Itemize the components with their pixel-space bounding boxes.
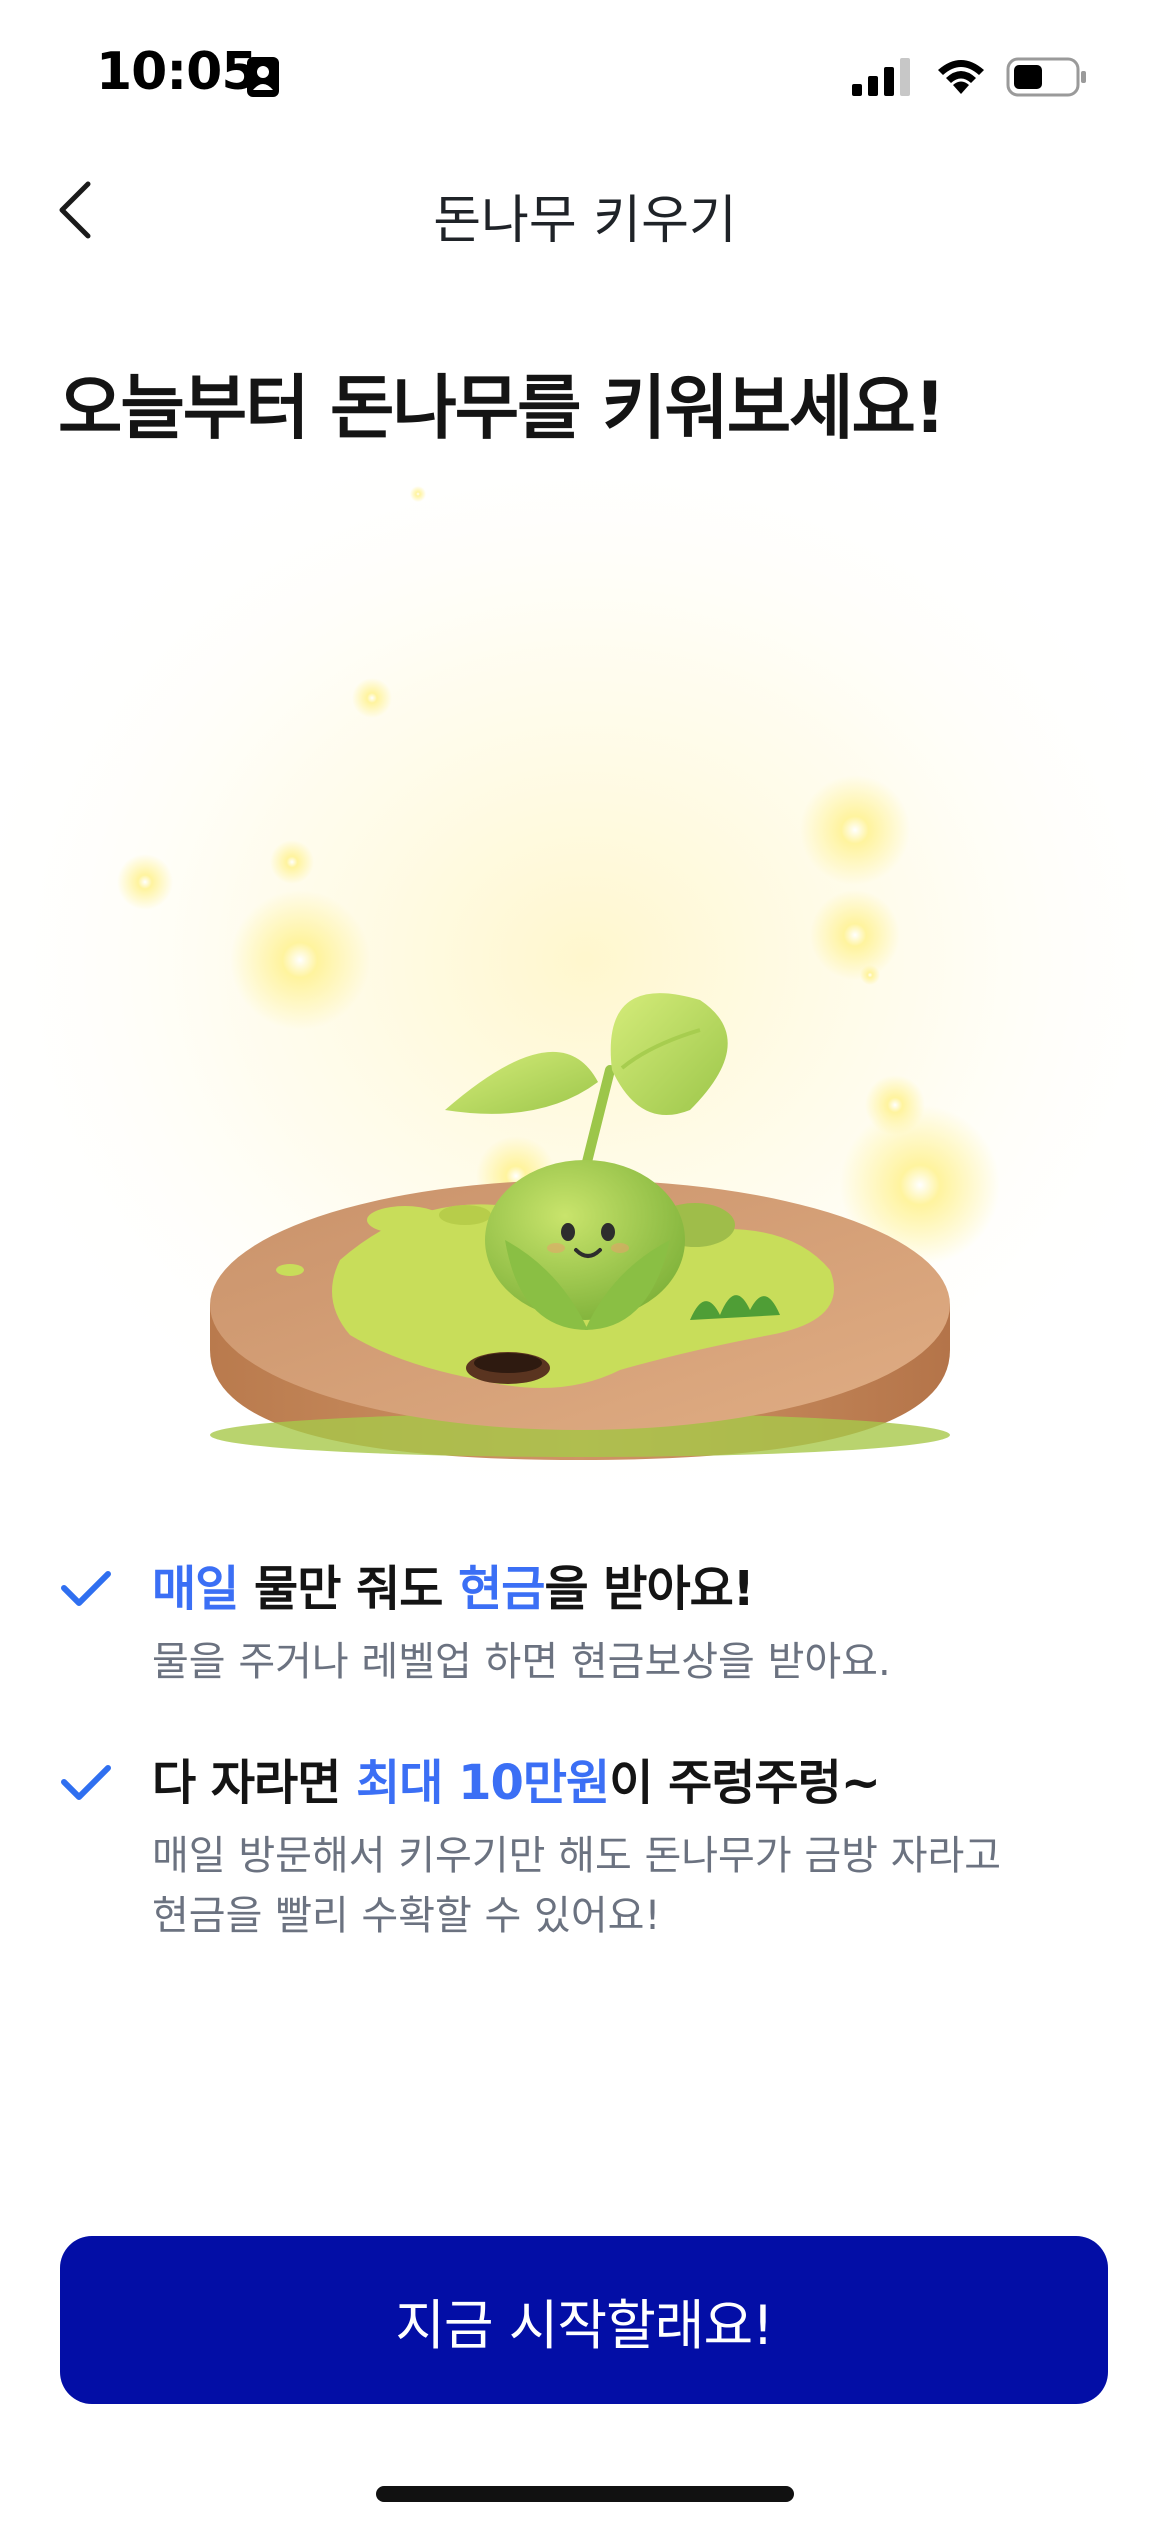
benefit-description: 물을 주거나 레벨업 하면 현금보상을 받아요. (152, 1639, 891, 1685)
benefit-description: 매일 방문해서 키우기만 해도 돈나무가 금방 자라고 (152, 1833, 1002, 1879)
sprout-on-platform-image (0, 470, 1170, 1490)
start-now-button[interactable]: 지금 시작할래요! (60, 2236, 1108, 2404)
benefit-title-text: 이 주렁주렁~ (609, 1755, 881, 1811)
benefit-title-text: 다 자라면 (152, 1755, 357, 1811)
id-card-icon (247, 57, 279, 97)
benefit-title: 다 자라면 최대 10만원이 주렁주렁~ (152, 1744, 1170, 1822)
benefit-title-accent: 현금 (458, 1561, 545, 1617)
page-title: 돈나무 키우기 (433, 191, 737, 251)
status-bar: 10:05 (0, 0, 1170, 150)
benefit-item: 매일 물만 줘도 현금을 받아요! 물을 주거나 레벨업 하면 현금보상을 받아… (0, 1550, 1170, 1692)
benefits-list: 매일 물만 줘도 현금을 받아요! 물을 주거나 레벨업 하면 현금보상을 받아… (0, 1550, 1170, 1998)
home-indicator (376, 2486, 794, 2502)
benefit-title: 매일 물만 줘도 현금을 받아요! (152, 1550, 1170, 1628)
cellular-signal-icon (852, 58, 910, 96)
benefit-title-accent: 최대 10만원 (356, 1755, 610, 1811)
benefit-title-text: 을 받아요! (544, 1561, 754, 1617)
headline: 오늘부터 돈나무를 키워보세요! (58, 367, 946, 449)
benefit-title-accent: 매일 (152, 1561, 239, 1617)
benefit-title-text: 물만 줘도 (238, 1561, 459, 1617)
benefit-item: 다 자라면 최대 10만원이 주렁주렁~ 매일 방문해서 키우기만 해도 돈나무… (0, 1744, 1170, 1946)
check-icon (61, 1765, 111, 1800)
status-time: 10:05 (96, 42, 258, 102)
wifi-icon (938, 60, 984, 94)
check-icon (61, 1571, 111, 1606)
money-tree-illustration (0, 470, 1170, 1490)
battery-icon (1006, 57, 1086, 97)
nav-bar: 돈나무 키우기 (0, 150, 1170, 270)
benefit-description: 현금을 빨리 수확할 수 있어요! (152, 1893, 661, 1939)
